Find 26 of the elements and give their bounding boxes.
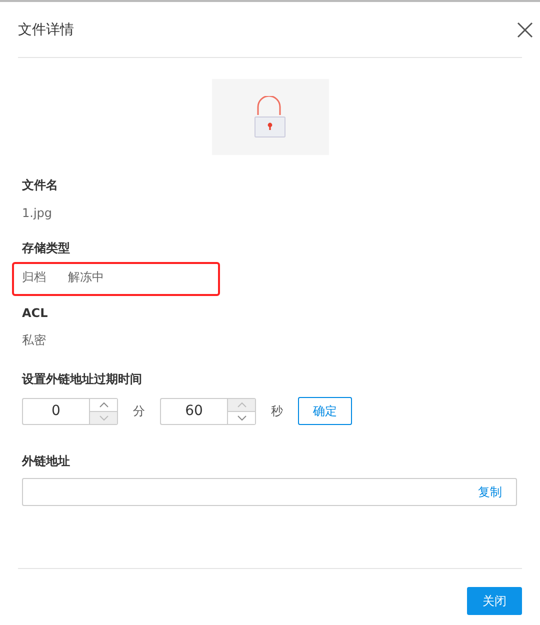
link-field[interactable]: 复制 bbox=[22, 478, 517, 506]
field-value: 归档 bbox=[22, 269, 46, 286]
field-value: 解冻中 bbox=[68, 269, 104, 286]
dialog-title: 文件详情 bbox=[18, 20, 74, 38]
chevron-up-icon bbox=[98, 402, 108, 408]
field-label: 文件名 bbox=[22, 177, 59, 194]
close-button[interactable] bbox=[516, 20, 534, 38]
number-input[interactable]: 0 bbox=[22, 398, 89, 424]
field-label: 外链地址 bbox=[22, 453, 71, 470]
field-value: 私密 bbox=[22, 332, 46, 349]
unit-label: 分 bbox=[133, 402, 145, 420]
field-label: 存储类型 bbox=[22, 240, 71, 257]
field-label: 设置外链地址过期时间 bbox=[22, 371, 143, 388]
unit-label: 秒 bbox=[271, 402, 283, 420]
unlocked-padlock-icon bbox=[253, 96, 287, 138]
field-label: ACL bbox=[22, 306, 49, 320]
chevron-down-icon bbox=[98, 414, 108, 420]
close-icon bbox=[516, 20, 534, 38]
decrement-button[interactable] bbox=[228, 410, 255, 424]
chevron-down-icon bbox=[236, 414, 246, 420]
field-value: 1.jpg bbox=[22, 206, 52, 220]
confirm-button[interactable]: 确定 bbox=[298, 397, 352, 425]
number-input[interactable]: 60 bbox=[160, 398, 227, 424]
close-dialog-button[interactable]: 关闭 bbox=[467, 587, 522, 615]
copy-link[interactable]: 复制 bbox=[478, 484, 502, 500]
chevron-up-icon bbox=[236, 402, 246, 408]
